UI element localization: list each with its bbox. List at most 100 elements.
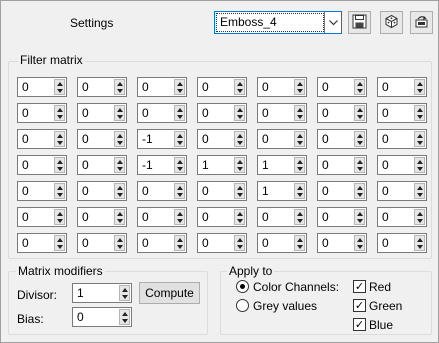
matrix-cell-spin-buttons[interactable] [234, 79, 245, 95]
matrix-cell[interactable]: 0 [77, 155, 127, 175]
matrix-cell[interactable]: 0 [317, 207, 367, 227]
matrix-cell-spin-buttons[interactable] [54, 157, 65, 173]
matrix-cell[interactable]: 0 [197, 181, 247, 201]
matrix-cell-spin-buttons[interactable] [354, 157, 365, 173]
matrix-cell-spin-buttons[interactable] [114, 209, 125, 225]
matrix-cell-spin-buttons[interactable] [414, 209, 425, 225]
matrix-cell[interactable]: 0 [377, 207, 427, 227]
matrix-cell[interactable]: 0 [377, 77, 427, 97]
matrix-cell-spin-buttons[interactable] [114, 105, 125, 121]
bias-spin-buttons[interactable] [119, 309, 130, 325]
matrix-cell[interactable]: 0 [77, 103, 127, 123]
matrix-cell[interactable]: 0 [17, 207, 67, 227]
reset-button[interactable] [410, 11, 433, 34]
matrix-cell[interactable]: 0 [257, 129, 307, 149]
matrix-cell-spin-buttons[interactable] [114, 183, 125, 199]
matrix-cell[interactable]: 0 [317, 181, 367, 201]
matrix-cell-spin-buttons[interactable] [414, 79, 425, 95]
blue-label[interactable]: Blue [369, 318, 393, 332]
matrix-cell[interactable]: 0 [197, 103, 247, 123]
matrix-cell-spin-buttons[interactable] [294, 209, 305, 225]
grey-values-label[interactable]: Grey values [253, 299, 317, 313]
matrix-cell[interactable]: 0 [377, 181, 427, 201]
matrix-cell-spin-buttons[interactable] [114, 157, 125, 173]
matrix-cell-spin-buttons[interactable] [294, 79, 305, 95]
matrix-cell[interactable]: 0 [377, 155, 427, 175]
matrix-cell[interactable]: 0 [197, 129, 247, 149]
matrix-cell-spin-buttons[interactable] [414, 157, 425, 173]
matrix-cell-spin-buttons[interactable] [294, 105, 305, 121]
compute-button[interactable]: Compute [139, 282, 200, 304]
chevron-down-icon[interactable] [324, 12, 341, 33]
matrix-cell-spin-buttons[interactable] [54, 105, 65, 121]
matrix-cell[interactable]: 0 [77, 207, 127, 227]
matrix-cell[interactable]: 0 [317, 155, 367, 175]
matrix-cell-spin-buttons[interactable] [174, 157, 185, 173]
matrix-cell[interactable]: 1 [257, 181, 307, 201]
preset-dropdown[interactable]: Emboss_4 [214, 11, 342, 34]
matrix-cell-spin-buttons[interactable] [294, 183, 305, 199]
matrix-cell-spin-buttons[interactable] [414, 105, 425, 121]
matrix-cell[interactable]: 1 [257, 155, 307, 175]
matrix-cell[interactable]: 0 [77, 181, 127, 201]
matrix-cell[interactable]: 0 [17, 103, 67, 123]
matrix-cell-spin-buttons[interactable] [414, 183, 425, 199]
matrix-cell-spin-buttons[interactable] [174, 209, 185, 225]
matrix-cell-spin-buttons[interactable] [54, 131, 65, 147]
matrix-cell[interactable]: 0 [17, 181, 67, 201]
matrix-cell-spin-buttons[interactable] [354, 209, 365, 225]
matrix-cell-spin-buttons[interactable] [54, 183, 65, 199]
green-label[interactable]: Green [369, 299, 402, 313]
green-checkbox[interactable]: ✓ [353, 299, 366, 312]
matrix-cell-spin-buttons[interactable] [294, 157, 305, 173]
matrix-cell[interactable]: 0 [137, 207, 187, 227]
matrix-cell[interactable]: -1 [137, 155, 187, 175]
red-label[interactable]: Red [369, 280, 391, 294]
blue-checkbox[interactable]: ✓ [353, 318, 366, 331]
matrix-cell-spin-buttons[interactable] [294, 131, 305, 147]
matrix-cell-spin-buttons[interactable] [354, 79, 365, 95]
matrix-cell[interactable]: 0 [197, 233, 247, 253]
matrix-cell[interactable]: 0 [17, 77, 67, 97]
matrix-cell[interactable]: 0 [17, 129, 67, 149]
matrix-cell[interactable]: 0 [137, 77, 187, 97]
matrix-cell-spin-buttons[interactable] [174, 183, 185, 199]
matrix-cell-spin-buttons[interactable] [174, 235, 185, 251]
matrix-cell[interactable]: 0 [317, 129, 367, 149]
matrix-cell-spin-buttons[interactable] [234, 209, 245, 225]
matrix-cell[interactable]: 0 [257, 77, 307, 97]
matrix-cell[interactable]: 0 [197, 77, 247, 97]
matrix-cell-spin-buttons[interactable] [54, 235, 65, 251]
matrix-cell-spin-buttons[interactable] [294, 235, 305, 251]
matrix-cell[interactable]: 0 [197, 207, 247, 227]
matrix-cell-spin-buttons[interactable] [114, 131, 125, 147]
matrix-cell-spin-buttons[interactable] [234, 157, 245, 173]
matrix-cell[interactable]: 0 [257, 207, 307, 227]
divisor-spinbox[interactable]: 1 [72, 283, 132, 303]
matrix-cell-spin-buttons[interactable] [354, 131, 365, 147]
matrix-cell-spin-buttons[interactable] [174, 79, 185, 95]
matrix-cell[interactable]: 0 [77, 129, 127, 149]
matrix-cell[interactable]: 0 [317, 103, 367, 123]
matrix-cell-spin-buttons[interactable] [54, 209, 65, 225]
matrix-cell[interactable]: 0 [137, 103, 187, 123]
save-preset-button[interactable] [348, 11, 371, 34]
matrix-cell[interactable]: 0 [377, 233, 427, 253]
matrix-cell[interactable]: 0 [317, 77, 367, 97]
randomize-button[interactable] [380, 11, 403, 34]
matrix-cell[interactable]: 0 [77, 77, 127, 97]
matrix-cell-spin-buttons[interactable] [54, 79, 65, 95]
matrix-cell[interactable]: 1 [197, 155, 247, 175]
matrix-cell-spin-buttons[interactable] [414, 131, 425, 147]
red-checkbox[interactable]: ✓ [353, 280, 366, 293]
matrix-cell[interactable]: 0 [137, 181, 187, 201]
bias-spinbox[interactable]: 0 [72, 307, 132, 327]
divisor-spin-buttons[interactable] [119, 285, 130, 301]
matrix-cell[interactable]: 0 [377, 129, 427, 149]
grey-values-radio[interactable] [236, 299, 249, 312]
matrix-cell-spin-buttons[interactable] [354, 105, 365, 121]
matrix-cell[interactable]: 0 [17, 233, 67, 253]
matrix-cell-spin-buttons[interactable] [174, 105, 185, 121]
matrix-cell[interactable]: 0 [257, 233, 307, 253]
matrix-cell[interactable]: 0 [137, 233, 187, 253]
